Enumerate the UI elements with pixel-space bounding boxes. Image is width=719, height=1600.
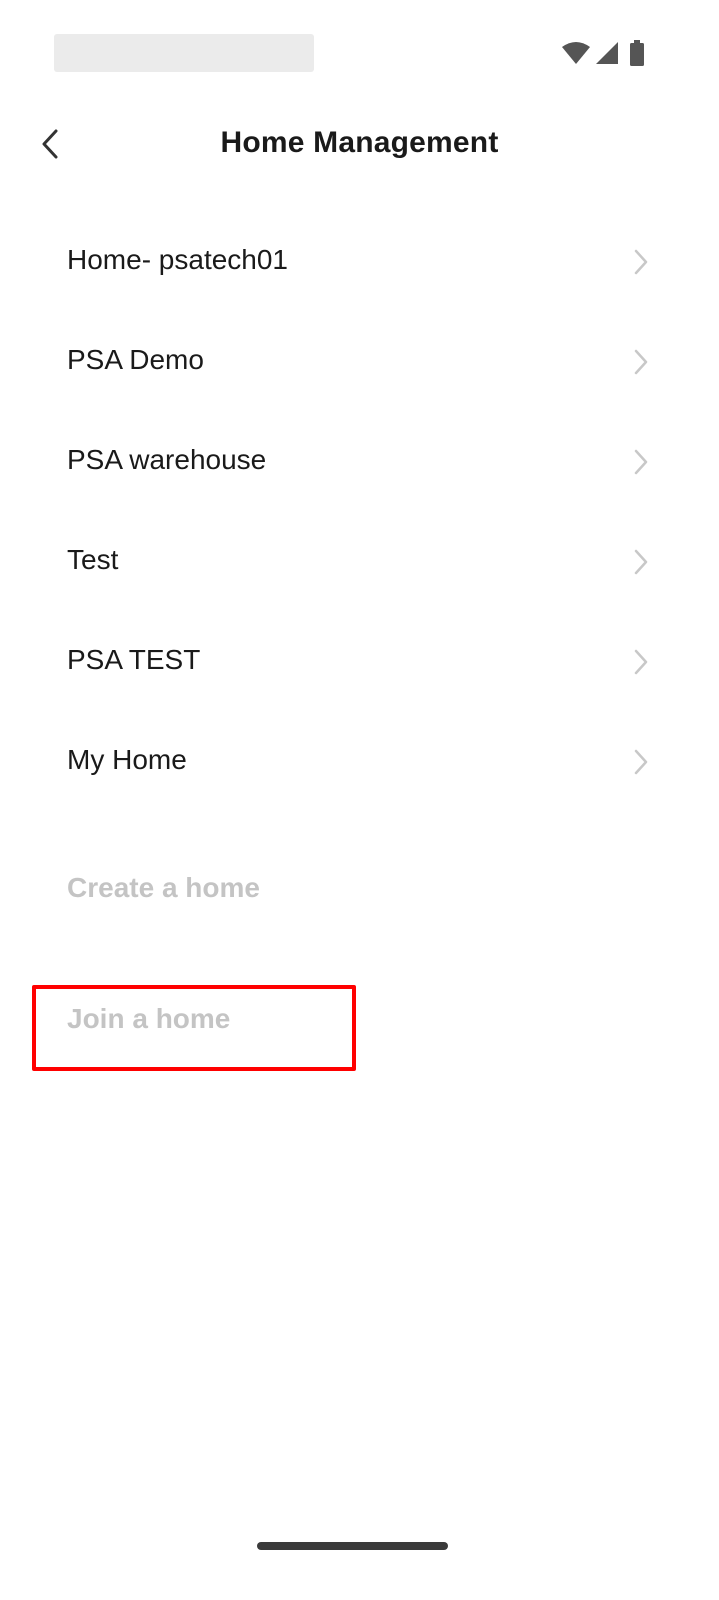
home-item-label: Test xyxy=(67,544,119,575)
status-bar-placeholder xyxy=(54,34,314,72)
chevron-right-icon xyxy=(634,349,648,375)
header: Home Management xyxy=(0,104,719,188)
gesture-navigation-bar[interactable] xyxy=(257,1542,448,1550)
home-list: Home- psatech01 PSA Demo PSA warehouse T… xyxy=(0,212,719,812)
status-bar xyxy=(0,0,719,104)
home-item[interactable]: PSA TEST xyxy=(0,612,719,712)
home-item-label: PSA warehouse xyxy=(67,444,267,475)
home-item[interactable]: My Home xyxy=(0,712,719,812)
chevron-right-icon xyxy=(634,549,648,575)
chevron-right-icon xyxy=(634,749,648,775)
home-item-label: Home- psatech01 xyxy=(67,244,289,275)
battery-icon xyxy=(629,40,645,66)
join-home-highlight: Join a home xyxy=(32,985,356,1071)
chevron-right-icon xyxy=(634,449,648,475)
home-item-label: PSA TEST xyxy=(67,644,201,675)
wifi-icon xyxy=(561,41,591,65)
home-item[interactable]: Home- psatech01 xyxy=(0,212,719,312)
home-item[interactable]: PSA Demo xyxy=(0,312,719,412)
home-item-label: PSA Demo xyxy=(67,344,204,375)
status-icons xyxy=(561,38,645,68)
create-home-button[interactable]: Create a home xyxy=(67,872,260,904)
home-item[interactable]: PSA warehouse xyxy=(0,412,719,512)
chevron-right-icon xyxy=(634,649,648,675)
page-title: Home Management xyxy=(220,126,499,159)
join-home-button[interactable]: Join a home xyxy=(67,1003,230,1035)
cellular-signal-icon xyxy=(595,41,619,65)
home-item-label: My Home xyxy=(67,744,187,775)
chevron-right-icon xyxy=(634,249,648,275)
home-item[interactable]: Test xyxy=(0,512,719,612)
